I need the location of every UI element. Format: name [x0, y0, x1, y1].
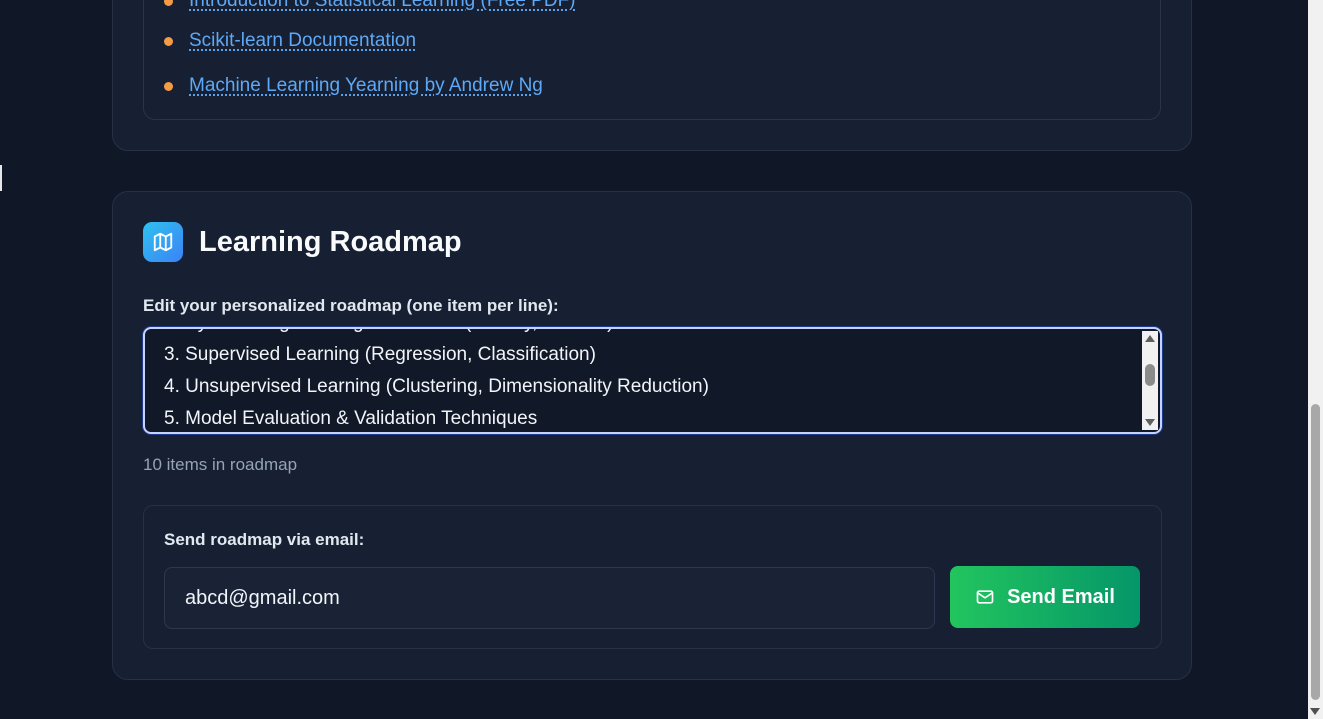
roadmap-line: 5. Model Evaluation & Validation Techniq… — [164, 408, 538, 429]
textarea-scrollbar[interactable] — [1142, 331, 1158, 430]
edge-marker — [0, 165, 2, 191]
resource-item: Introduction to Statistical Learning (Fr… — [164, 0, 576, 14]
scroll-up-icon[interactable] — [1145, 335, 1155, 342]
send-email-button[interactable]: Send Email — [950, 566, 1140, 628]
roadmap-item-count: 10 items in roadmap — [143, 455, 298, 474]
roadmap-header: Learning Roadmap — [143, 222, 462, 262]
page-scroll-thumb[interactable] — [1311, 404, 1320, 700]
scroll-down-icon[interactable] — [1145, 419, 1155, 426]
resources-card: Introduction to Statistical Learning (Fr… — [112, 0, 1192, 151]
roadmap-title: Learning Roadmap — [199, 225, 462, 258]
resource-item: Scikit-learn Documentation — [164, 28, 416, 54]
textarea-scroll-thumb[interactable] — [1145, 364, 1155, 386]
bullet-icon — [164, 81, 173, 91]
send-email-label: Send Email — [1007, 585, 1115, 608]
roadmap-line: 4. Unsupervised Learning (Clustering, Di… — [164, 376, 709, 397]
resource-item: Machine Learning Yearning by Andrew Ng — [164, 73, 543, 99]
bullet-icon — [164, 36, 173, 46]
roadmap-textarea-label: Edit your personalized roadmap (one item… — [143, 296, 559, 315]
resource-link-ml-yearning[interactable]: Machine Learning Yearning by Andrew Ng — [189, 75, 543, 97]
email-section: Send roadmap via email: Send Email — [143, 505, 1162, 649]
page: Introduction to Statistical Learning (Fr… — [0, 0, 1323, 719]
map-icon — [143, 222, 183, 262]
email-input[interactable] — [164, 567, 935, 629]
roadmap-textarea[interactable]: 2. Python Programming & Libraries (NumPy… — [143, 327, 1162, 434]
bullet-icon — [164, 0, 173, 6]
roadmap-card: Learning Roadmap Edit your personalized … — [112, 191, 1192, 680]
roadmap-line: 3. Supervised Learning (Regression, Clas… — [164, 344, 596, 365]
roadmap-line: 2. Python Programming & Libraries (NumPy… — [164, 329, 1136, 339]
page-scrollbar[interactable] — [1308, 0, 1323, 719]
resource-link-isl[interactable]: Introduction to Statistical Learning (Fr… — [189, 0, 576, 12]
roadmap-text[interactable]: 2. Python Programming & Libraries (NumPy… — [164, 329, 1136, 432]
mail-icon — [975, 587, 995, 607]
resource-link-scikit-learn[interactable]: Scikit-learn Documentation — [189, 30, 416, 52]
email-label: Send roadmap via email: — [164, 530, 365, 549]
scroll-down-icon[interactable] — [1310, 708, 1320, 715]
resources-list: Introduction to Statistical Learning (Fr… — [143, 0, 1161, 120]
